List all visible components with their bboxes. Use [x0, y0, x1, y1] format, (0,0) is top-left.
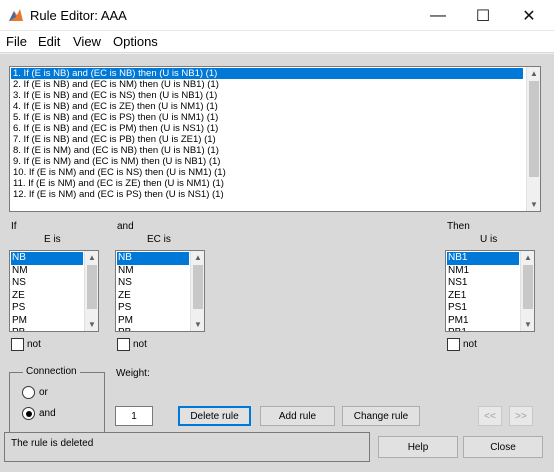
rule-item[interactable]: 9. If (E is NM) and (EC is NM) then (U i…	[11, 156, 523, 167]
and-connection-label: and	[39, 408, 56, 419]
scroll-down-icon[interactable]: ▼	[521, 318, 534, 331]
u-not-checkbox[interactable]	[447, 338, 460, 351]
list-item[interactable]: PB	[117, 327, 189, 331]
close-window-button[interactable]: ✕	[506, 0, 552, 31]
scroll-thumb[interactable]	[523, 265, 533, 309]
list-item[interactable]: NB	[117, 252, 189, 265]
scroll-thumb[interactable]	[87, 265, 97, 309]
e-options: NBNMNSZEPSPMPB	[11, 252, 83, 331]
maximize-button[interactable]: ☐	[460, 0, 506, 31]
list-item[interactable]: PS1	[447, 302, 519, 315]
list-item[interactable]: NB1	[447, 252, 519, 265]
rules-scrollbar[interactable]: ▲ ▼	[526, 67, 540, 211]
e-not-label: not	[27, 339, 41, 350]
weight-label: Weight:	[116, 368, 150, 379]
u-options: NB1NM1NS1ZE1PS1PM1PB1	[447, 252, 519, 331]
connection-title: Connection	[23, 366, 80, 377]
add-rule-button[interactable]: Add rule	[260, 406, 335, 426]
rule-item[interactable]: 10. If (E is NM) and (EC is NS) then (U …	[11, 167, 523, 178]
list-item[interactable]: PM1	[447, 315, 519, 328]
next-button[interactable]: >>	[509, 406, 533, 426]
rule-item[interactable]: 1. If (E is NB) and (EC is NB) then (U i…	[11, 68, 523, 79]
status-box: The rule is deleted	[4, 432, 370, 462]
ec-scrollbar[interactable]: ▲ ▼	[190, 251, 204, 331]
window-title: Rule Editor: AAA	[30, 8, 127, 23]
list-item[interactable]: PS	[117, 302, 189, 315]
list-item[interactable]: NB	[11, 252, 83, 265]
change-rule-button[interactable]: Change rule	[342, 406, 420, 426]
help-button[interactable]: Help	[378, 436, 458, 458]
or-label: or	[39, 387, 48, 398]
status-text: The rule is deleted	[11, 438, 94, 449]
scroll-up-icon[interactable]: ▲	[521, 251, 534, 264]
menu-edit[interactable]: Edit	[38, 34, 60, 49]
menu-file[interactable]: File	[6, 34, 27, 49]
delete-rule-button[interactable]: Delete rule	[178, 406, 251, 426]
minimize-button[interactable]: —	[415, 0, 461, 31]
list-item[interactable]: NM	[11, 265, 83, 278]
rule-editor-panel: 1. If (E is NB) and (EC is NB) then (U i…	[0, 54, 554, 472]
rule-item[interactable]: 3. If (E is NB) and (EC is NS) then (U i…	[11, 90, 523, 101]
u-scrollbar[interactable]: ▲ ▼	[520, 251, 534, 331]
u-listbox[interactable]: NB1NM1NS1ZE1PS1PM1PB1 ▲ ▼	[445, 250, 535, 332]
rule-item[interactable]: 4. If (E is NB) and (EC is ZE) then (U i…	[11, 101, 523, 112]
rule-item[interactable]: 2. If (E is NB) and (EC is NM) then (U i…	[11, 79, 523, 90]
list-item[interactable]: PB1	[447, 327, 519, 331]
scroll-thumb[interactable]	[193, 265, 203, 309]
rules-list: 1. If (E is NB) and (EC is NB) then (U i…	[11, 68, 523, 200]
list-item[interactable]: PM	[117, 315, 189, 328]
if-label: If	[11, 221, 17, 232]
rules-listbox[interactable]: 1. If (E is NB) and (EC is NB) then (U i…	[9, 66, 541, 212]
list-item[interactable]: NS	[117, 277, 189, 290]
weight-input[interactable]: 1	[115, 406, 153, 426]
rule-item[interactable]: 12. If (E is NM) and (EC is PS) then (U …	[11, 189, 523, 200]
rule-item[interactable]: 6. If (E is NB) and (EC is PM) then (U i…	[11, 123, 523, 134]
u-not-label: not	[463, 339, 477, 350]
menu-view[interactable]: View	[73, 34, 101, 49]
list-item[interactable]: ZE	[117, 290, 189, 303]
close-button[interactable]: Close	[463, 436, 543, 458]
rule-item[interactable]: 5. If (E is NB) and (EC is PS) then (U i…	[11, 112, 523, 123]
rule-item[interactable]: 7. If (E is NB) and (EC is PB) then (U i…	[11, 134, 523, 145]
ec-not-label: not	[133, 339, 147, 350]
list-item[interactable]: PM	[11, 315, 83, 328]
list-item[interactable]: NM1	[447, 265, 519, 278]
list-item[interactable]: NS1	[447, 277, 519, 290]
u-var-label: U is	[480, 234, 498, 245]
scroll-thumb[interactable]	[529, 81, 539, 177]
scroll-down-icon[interactable]: ▼	[85, 318, 98, 331]
menu-options[interactable]: Options	[113, 34, 158, 49]
e-var-label: E is	[44, 234, 61, 245]
then-label: Then	[447, 221, 470, 232]
and-radio[interactable]	[22, 407, 35, 420]
e-listbox[interactable]: NBNMNSZEPSPMPB ▲ ▼	[9, 250, 99, 332]
scroll-down-icon[interactable]: ▼	[527, 198, 540, 211]
ec-listbox[interactable]: NBNMNSZEPSPMPB ▲ ▼	[115, 250, 205, 332]
previous-button[interactable]: <<	[478, 406, 502, 426]
scroll-down-icon[interactable]: ▼	[191, 318, 204, 331]
list-item[interactable]: NS	[11, 277, 83, 290]
rule-item[interactable]: 8. If (E is NM) and (EC is NB) then (U i…	[11, 145, 523, 156]
list-item[interactable]: PS	[11, 302, 83, 315]
e-scrollbar[interactable]: ▲ ▼	[84, 251, 98, 331]
menu-bar: File Edit View Options	[0, 31, 554, 53]
radio-selected-dot	[25, 410, 32, 417]
scroll-up-icon[interactable]: ▲	[191, 251, 204, 264]
and-label: and	[117, 221, 134, 232]
ec-options: NBNMNSZEPSPMPB	[117, 252, 189, 331]
scroll-up-icon[interactable]: ▲	[85, 251, 98, 264]
rule-item[interactable]: 11. If (E is NM) and (EC is ZE) then (U …	[11, 178, 523, 189]
e-not-checkbox[interactable]	[11, 338, 24, 351]
ec-not-checkbox[interactable]	[117, 338, 130, 351]
list-item[interactable]: NM	[117, 265, 189, 278]
list-item[interactable]: ZE	[11, 290, 83, 303]
list-item[interactable]: PB	[11, 327, 83, 331]
ec-var-label: EC is	[147, 234, 171, 245]
scroll-up-icon[interactable]: ▲	[527, 67, 540, 80]
or-radio[interactable]	[22, 386, 35, 399]
title-bar: Rule Editor: AAA — ☐ ✕	[0, 0, 554, 31]
list-item[interactable]: ZE1	[447, 290, 519, 303]
matlab-icon	[9, 9, 23, 21]
